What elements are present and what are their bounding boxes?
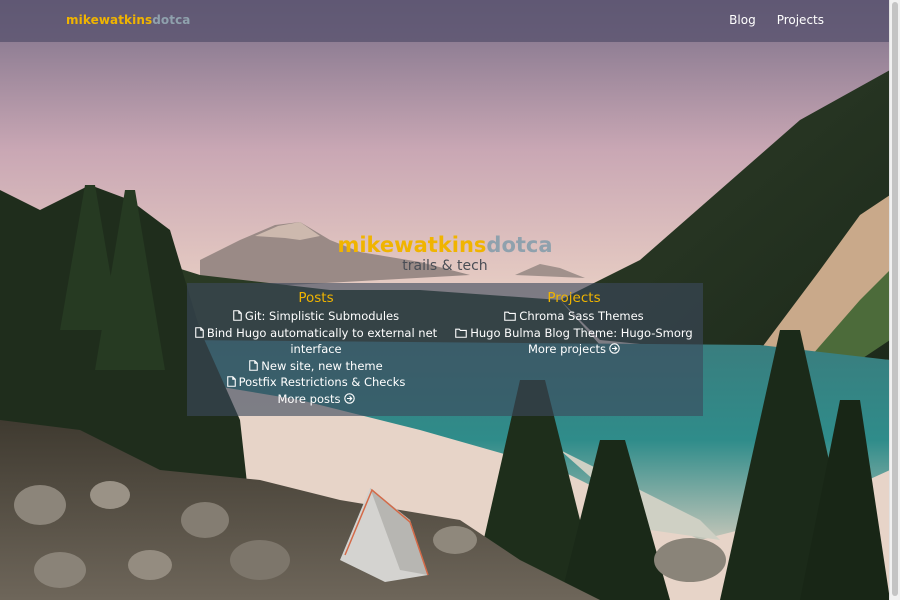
- post-list-item: Postfix Restrictions & Checks: [193, 374, 439, 391]
- more-posts-label: More posts: [277, 391, 341, 406]
- project-title: Chroma Sass Themes: [519, 309, 644, 323]
- file-icon: [249, 359, 259, 371]
- file-icon: [195, 326, 204, 338]
- nav-links: Blog Projects: [729, 13, 824, 27]
- post-list-item: New site, new theme: [193, 358, 439, 375]
- hero-title-part2: dotca: [486, 233, 553, 257]
- brand-name-part1: mikewatkins: [66, 13, 153, 27]
- recent-content-panel: Posts Git: Simplistic Submodules Bind Hu…: [187, 283, 703, 416]
- post-title: Bind Hugo automatically to external net …: [206, 325, 438, 357]
- post-list-item: Git: Simplistic Submodules: [193, 308, 439, 325]
- hero-title-part1: mikewatkins: [337, 233, 487, 257]
- hero-title: mikewatkinsdotca: [0, 232, 890, 258]
- arrow-circle-right-icon: [609, 343, 620, 354]
- post-title: Git: Simplistic Submodules: [244, 309, 400, 323]
- post-link-git-submodules[interactable]: Git: Simplistic Submodules: [233, 309, 399, 323]
- post-link-new-site[interactable]: New site, new theme: [249, 358, 383, 373]
- posts-list: Git: Simplistic Submodules Bind Hugo aut…: [193, 308, 439, 391]
- project-list-item: Hugo Bulma Blog Theme: Hugo-Smorg: [449, 325, 699, 342]
- post-list-item: Bind Hugo automatically to external net …: [193, 325, 439, 358]
- post-link-postfix[interactable]: Postfix Restrictions & Checks: [226, 375, 406, 389]
- posts-column: Posts Git: Simplistic Submodules Bind Hu…: [193, 289, 439, 407]
- more-posts-link[interactable]: More posts: [278, 391, 355, 408]
- vertical-scrollbar[interactable]: [889, 0, 900, 600]
- folder-icon: [455, 328, 468, 338]
- projects-list: Chroma Sass Themes Hugo Bulma Blog Theme…: [449, 308, 699, 341]
- post-title: New site, new theme: [261, 358, 383, 373]
- arrow-circle-right-icon: [343, 392, 355, 404]
- brand-name-part2: dotca: [152, 13, 191, 27]
- project-link-chroma-sass[interactable]: Chroma Sass Themes: [504, 309, 644, 323]
- projects-heading: Projects: [547, 290, 601, 306]
- navbar: mikewatkinsdotca Blog Projects: [0, 0, 890, 42]
- projects-column: Projects Chroma Sass Themes Hugo Bulma B…: [449, 289, 699, 358]
- post-title: Postfix Restrictions & Checks: [238, 375, 406, 389]
- project-list-item: Chroma Sass Themes: [449, 308, 699, 325]
- folder-icon: [504, 311, 517, 321]
- scrollbar-thumb[interactable]: [892, 2, 898, 596]
- project-title: Hugo Bulma Blog Theme: Hugo-Smorg: [470, 325, 693, 340]
- brand-logo-link[interactable]: mikewatkinsdotca: [66, 13, 191, 27]
- file-icon: [233, 310, 242, 321]
- more-projects-label: More projects: [527, 342, 607, 356]
- project-link-hugo-smorg[interactable]: Hugo Bulma Blog Theme: Hugo-Smorg: [455, 325, 693, 340]
- file-icon: [226, 376, 236, 387]
- nav-link-blog[interactable]: Blog: [729, 13, 756, 27]
- hero-subtitle: trails & tech: [402, 258, 488, 274]
- more-projects-link[interactable]: More projects: [528, 341, 620, 358]
- page: mikewatkinsdotca Blog Projects mikewatki…: [0, 0, 900, 600]
- nav-link-projects[interactable]: Projects: [777, 13, 824, 27]
- posts-heading: Posts: [298, 290, 334, 306]
- post-link-bind-hugo[interactable]: Bind Hugo automatically to external net …: [195, 325, 438, 357]
